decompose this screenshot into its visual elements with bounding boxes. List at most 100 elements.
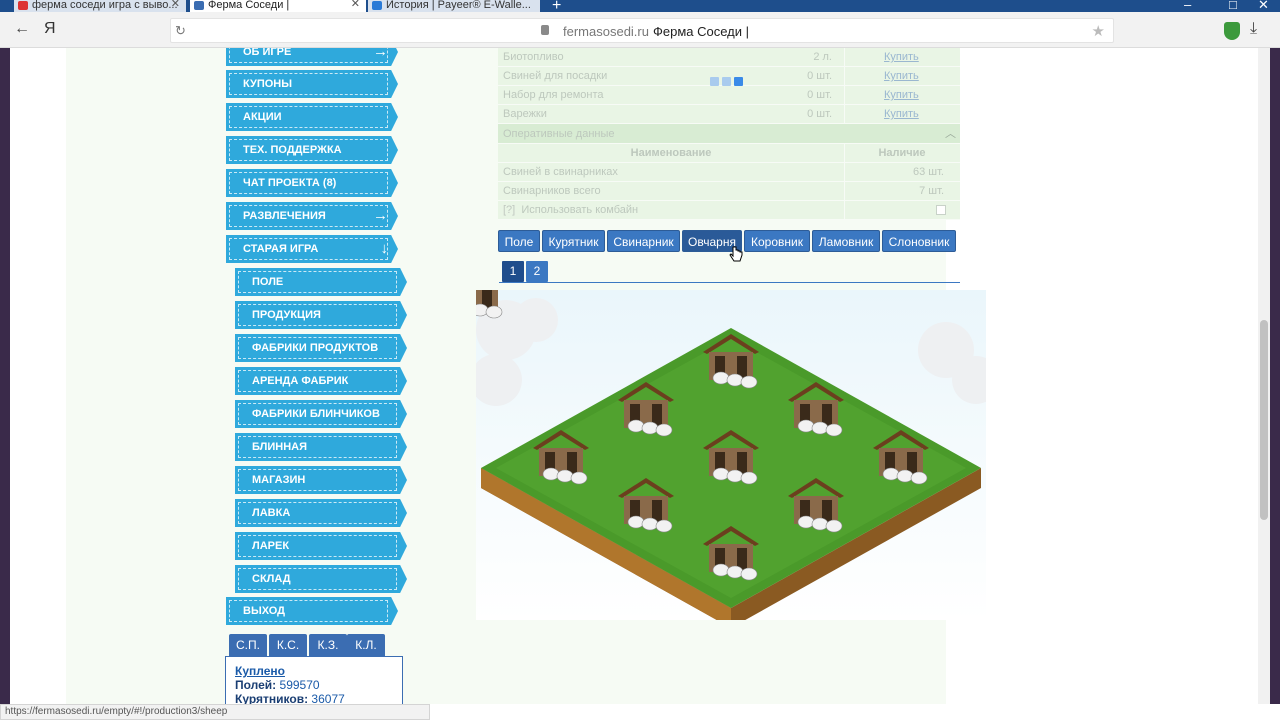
submenu-item-warehouse[interactable]: СКЛАД — [235, 565, 407, 593]
purchased-link[interactable]: Куплено — [235, 664, 285, 678]
stat-label: Курятников: — [235, 692, 309, 704]
arrow-right-icon: → — [373, 207, 388, 224]
tab-elephant-house[interactable]: Слоновник — [882, 230, 956, 252]
table-row: Варежки 0 шт. Купить — [498, 105, 960, 124]
table-row: Свиней в свинарниках 63 шт. — [498, 163, 960, 182]
fields-stat: Полей: 599570 — [235, 678, 393, 692]
buy-link[interactable]: Купить — [884, 86, 919, 105]
maximize-icon[interactable]: □ — [1229, 0, 1237, 12]
divider — [499, 282, 960, 283]
menu-item-label: ПОЛЕ — [252, 276, 284, 288]
menu-item-entertainment[interactable]: РАЗВЛЕЧЕНИЯ → — [226, 202, 398, 230]
submenu-item-factory-rent[interactable]: АРЕНДА ФАБРИК — [235, 367, 407, 395]
submenu-item-product-factories[interactable]: ФАБРИКИ ПРОДУКТОВ — [235, 334, 407, 362]
menu-item-label: РАЗВЛЕЧЕНИЯ — [243, 210, 326, 222]
tab-llama-barn[interactable]: Ламовник — [812, 230, 880, 252]
tab-field[interactable]: Поле — [498, 230, 540, 252]
submenu-item-field[interactable]: ПОЛЕ — [235, 268, 407, 296]
menu-item-support[interactable]: ТЕХ. ПОДДЕРЖКА — [226, 136, 398, 164]
submenu-item-production[interactable]: ПРОДУКЦИЯ — [235, 301, 407, 329]
menu-item-label: ФАБРИКИ ПРОДУКТОВ — [252, 342, 379, 354]
submenu-item-pancake-house[interactable]: БЛИННАЯ — [235, 433, 407, 461]
loading-indicator-icon — [710, 75, 746, 89]
browser-tab-search[interactable]: ферма соседи игра с выво... ✕ — [14, 0, 186, 12]
lock-icon — [541, 25, 549, 35]
menu-item-old-game[interactable]: СТАРАЯ ИГРА ↓ — [226, 235, 398, 263]
submenu-item-shop[interactable]: МАГАЗИН — [235, 466, 407, 494]
scrollbar-thumb[interactable] — [1260, 320, 1268, 520]
stat-label: Полей: — [235, 678, 277, 692]
buy-link[interactable]: Купить — [884, 67, 919, 86]
menu-item-label: АКЦИИ — [243, 111, 282, 123]
hand-cursor-icon — [729, 246, 743, 262]
address-page-title: Ферма Соседи | — [653, 24, 750, 39]
coops-stat: Курятников: 36077 — [235, 692, 393, 704]
address-domain: fermasosedi.ru — [563, 24, 649, 39]
row-amount: 0 шт. — [807, 108, 832, 120]
bookmark-star-icon[interactable]: ★ — [1092, 22, 1105, 40]
downloads-icon[interactable]: ⤓ — [1250, 20, 1257, 38]
page-scrollbar[interactable] — [1258, 48, 1270, 704]
back-arrow-icon[interactable]: ← — [14, 20, 30, 38]
protect-shield-icon[interactable] — [1224, 22, 1240, 40]
stat-tab-kl[interactable]: К.Л. — [347, 634, 385, 656]
row-amount: 0 шт. — [807, 70, 832, 82]
stat-tab-kz[interactable]: К.З. — [309, 634, 347, 656]
row-name: Свиней для посадки — [503, 70, 608, 82]
menu-item-label: ВЫХОД — [243, 605, 286, 617]
browser-toolbar: ← Я ↻ fermasosedi.ru Ферма Соседи | ★ ⤓ — [0, 12, 1280, 48]
browser-tab-payeer[interactable]: История | Payeer® E-Walle... — [368, 0, 540, 12]
logout-button[interactable]: ВЫХОД — [226, 597, 398, 625]
row-name: Свинарников всего — [503, 185, 601, 197]
close-tab-icon[interactable]: ✕ — [171, 0, 180, 10]
submenu-item-stall[interactable]: ЛАВКА — [235, 499, 407, 527]
sheepfold-farm-scene[interactable] — [476, 290, 986, 620]
operational-data-header[interactable]: Оперативные данные ︿ — [498, 124, 960, 144]
menu-item-about[interactable]: ОБ ИГРЕ → — [226, 48, 398, 66]
buy-link[interactable]: Купить — [884, 48, 919, 67]
menu-item-label: МАГАЗИН — [252, 474, 306, 486]
page-button-1[interactable]: 1 — [502, 261, 524, 282]
row-value: 63 шт. — [913, 166, 944, 178]
stat-tab-ks[interactable]: К.С. — [269, 634, 307, 656]
table-row: Биотопливо 2 л. Купить — [498, 48, 960, 67]
buy-link[interactable]: Купить — [884, 105, 919, 124]
stat-tab-sp[interactable]: С.П. — [229, 634, 267, 656]
page-viewport: ОБ ИГРЕ → КУПОНЫ АКЦИИ ТЕХ. ПОДДЕРЖКА ЧАТ… — [10, 48, 1258, 704]
menu-item-label: ЛАРЕК — [252, 540, 290, 552]
menu-item-promotions[interactable]: АКЦИИ — [226, 103, 398, 131]
tab-chicken-coop[interactable]: Курятник — [542, 230, 605, 252]
menu-item-label: СТАРАЯ ИГРА — [243, 243, 319, 255]
combine-row: [?] Использовать комбайн — [498, 201, 960, 220]
address-bar[interactable]: ↻ fermasosedi.ru Ферма Соседи | ★ — [170, 18, 1114, 43]
desktop-background-right — [1270, 48, 1280, 720]
close-tab-icon[interactable]: ✕ — [351, 0, 360, 10]
payeer-favicon-icon — [372, 1, 382, 10]
menu-item-label: ЛАВКА — [252, 507, 291, 519]
column-header-availability: Наличие — [878, 147, 926, 159]
menu-item-label: СКЛАД — [252, 573, 291, 585]
menu-item-label: ПРОДУКЦИЯ — [252, 309, 321, 321]
help-link[interactable]: [?] — [503, 204, 515, 216]
stat-value: 599570 — [279, 678, 320, 692]
menu-item-chat[interactable]: ЧАТ ПРОЕКТА (8) — [226, 169, 398, 197]
chevron-up-icon[interactable]: ︿ — [945, 124, 956, 144]
tab-cowshed[interactable]: Коровник — [744, 230, 810, 252]
menu-item-label: КУПОНЫ — [243, 78, 293, 90]
reload-icon[interactable]: ↻ — [175, 23, 186, 39]
submenu-item-kiosk[interactable]: ЛАРЕК — [235, 532, 407, 560]
menu-item-label: АРЕНДА ФАБРИК — [252, 375, 349, 387]
arrow-right-icon: → — [373, 48, 388, 60]
resources-table: Биотопливо 2 л. Купить Свиней для посадки 0… — [498, 48, 960, 220]
submenu-item-pancake-factories[interactable]: ФАБРИКИ БЛИНЧИКОВ — [235, 400, 407, 428]
combine-checkbox[interactable] — [936, 205, 946, 215]
tab-pigsty[interactable]: Свинарник — [607, 230, 680, 252]
menu-item-label: ОБ ИГРЕ — [243, 48, 292, 58]
browser-tab-farm[interactable]: Ферма Соседи | ✕ — [190, 0, 366, 12]
minimize-icon[interactable]: – — [1184, 0, 1191, 12]
menu-item-coupons[interactable]: КУПОНЫ — [226, 70, 398, 98]
row-value: 7 шт. — [919, 185, 944, 197]
section-title: Оперативные данные — [503, 128, 615, 140]
yandex-logo-icon[interactable]: Я — [44, 20, 56, 38]
page-button-2[interactable]: 2 — [526, 261, 548, 282]
